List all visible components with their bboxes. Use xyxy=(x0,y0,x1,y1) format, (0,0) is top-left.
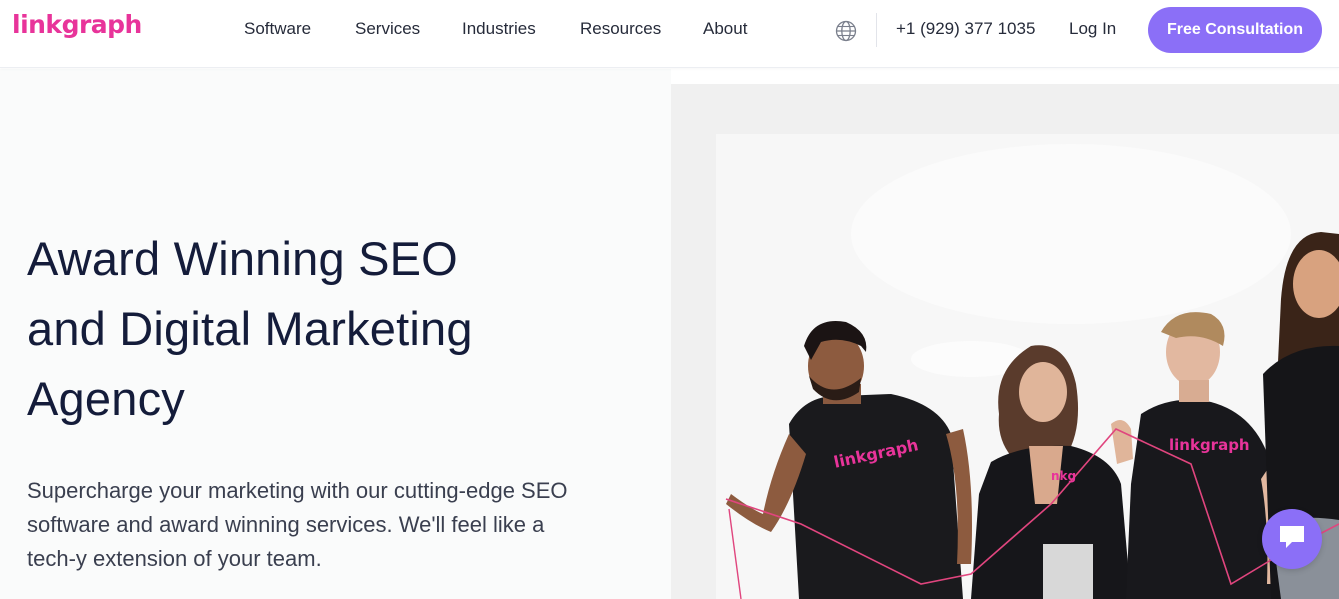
hero-subtext: Supercharge your marketing with our cutt… xyxy=(27,478,568,571)
free-consultation-button[interactable]: Free Consultation xyxy=(1148,7,1322,53)
nav-industries[interactable]: Industries xyxy=(462,19,536,39)
headline-line-1: Award Winning SEO xyxy=(27,232,458,285)
team-photo: linkgraph nkg linkgraph xyxy=(671,84,1339,599)
chat-bubble-icon xyxy=(1277,523,1307,556)
headline-line-3: Agency xyxy=(27,372,185,425)
login-link[interactable]: Log In xyxy=(1069,19,1116,39)
site-header: linkgraph Software Services Industries R… xyxy=(0,0,1339,68)
shirt-logo-3: linkgraph xyxy=(1169,436,1250,454)
linkgraph-logo[interactable]: linkgraph xyxy=(12,10,142,39)
headline-line-2: and Digital Marketing xyxy=(27,302,473,355)
shirt-logo-2: nkg xyxy=(1051,469,1077,483)
phone-link[interactable]: +1 (929) 377 1035 xyxy=(896,19,1035,39)
nav-services[interactable]: Services xyxy=(355,19,420,39)
hero-headline: Award Winning SEO and Digital Marketing … xyxy=(27,224,647,434)
globe-icon[interactable] xyxy=(835,20,857,42)
nav-software[interactable]: Software xyxy=(244,19,311,39)
nav-about[interactable]: About xyxy=(703,19,747,39)
header-divider xyxy=(876,13,877,47)
nav-resources[interactable]: Resources xyxy=(580,19,661,39)
chat-widget-button[interactable] xyxy=(1262,509,1322,569)
